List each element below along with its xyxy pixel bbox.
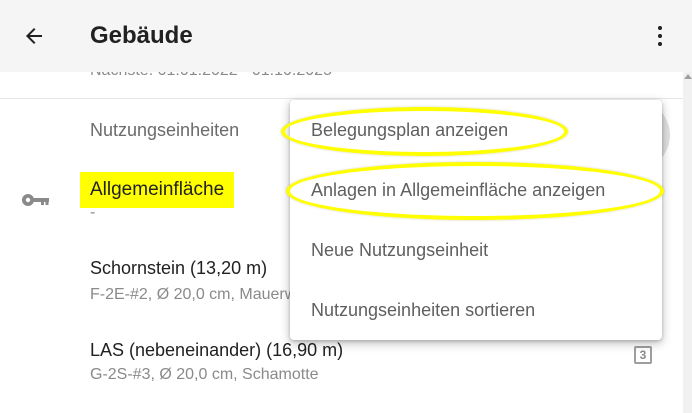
list-item-subtitle: G-2S-#3, Ø 20,0 cm, Schamotte	[90, 366, 319, 383]
menu-item-label: Anlagen in Allgemeinfläche anzeigen	[311, 180, 606, 200]
menu-item-label: Neue Nutzungseinheit	[311, 240, 489, 260]
list-item-title[interactable]: Schornstein (13,20 m)	[90, 258, 267, 279]
more-options-button[interactable]	[640, 16, 680, 56]
scrollbar-track[interactable]	[683, 72, 692, 413]
menu-item-sortieren[interactable]: Nutzungseinheiten sortieren	[290, 280, 662, 340]
divider	[0, 98, 692, 99]
more-vert-icon	[658, 26, 662, 46]
key-icon	[22, 194, 49, 206]
count-badge: 3	[634, 346, 652, 364]
list-item-allgemeinflaeche-title[interactable]: Allgemeinfläche	[80, 172, 235, 208]
top-app-bar: Gebäude	[0, 0, 692, 72]
menu-item-anlagen[interactable]: Anlagen in Allgemeinfläche anzeigen	[290, 160, 662, 220]
overflow-menu: Belegungsplan anzeigen Anlagen in Allgem…	[290, 100, 662, 340]
list-item-subtitle: F-2E-#2, Ø 20,0 cm, Mauerwerk	[90, 286, 319, 303]
list-item-title: Allgemeinfläche	[90, 179, 225, 200]
list-item-title[interactable]: LAS (nebeneinander) (16,90 m)	[90, 340, 343, 361]
list-item-subtitle: -	[90, 204, 96, 221]
section-header-nutzungseinheiten: Nutzungseinheiten	[90, 120, 240, 140]
menu-item-label: Nutzungseinheiten sortieren	[311, 300, 536, 320]
page-title: Gebäude	[90, 22, 193, 49]
menu-item-neue-nutzungseinheit[interactable]: Neue Nutzungseinheit	[290, 220, 662, 280]
menu-item-belegungsplan[interactable]: Belegungsplan anzeigen	[290, 100, 662, 160]
arrow-back-icon	[26, 28, 42, 44]
menu-item-label: Belegungsplan anzeigen	[311, 120, 509, 140]
back-button[interactable]	[14, 16, 54, 56]
scroll-up-arrow-icon[interactable]	[684, 74, 692, 79]
